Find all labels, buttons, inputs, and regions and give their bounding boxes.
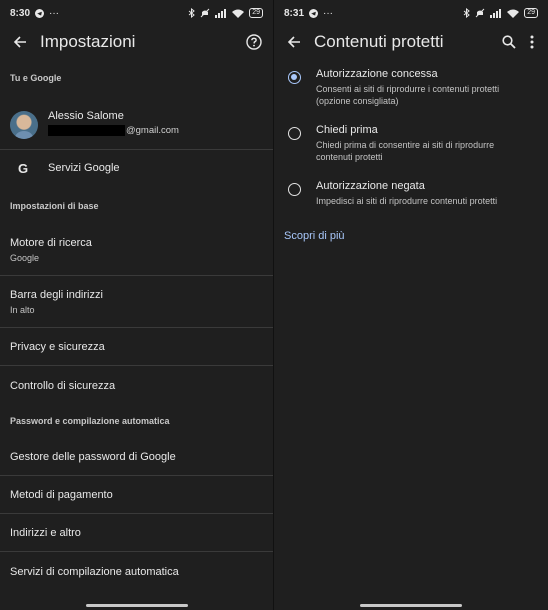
search-engine-label: Motore di ricerca bbox=[10, 236, 92, 249]
option-title: Autorizzazione concessa bbox=[316, 68, 438, 80]
page-title: Impostazioni bbox=[40, 32, 136, 51]
back-arrow-icon[interactable] bbox=[10, 32, 30, 52]
option-description: Consenti ai siti di riprodurre i contenu… bbox=[316, 84, 500, 106]
mute-icon bbox=[475, 8, 485, 18]
status-time: 8:31 bbox=[284, 7, 305, 19]
option-title: Chiedi prima bbox=[316, 124, 378, 136]
search-engine-value: Google bbox=[10, 252, 40, 263]
status-bar: 8:30 ··· 29 bbox=[0, 0, 273, 26]
learn-more-link[interactable]: Scopri di più bbox=[284, 230, 345, 242]
radio-allowed[interactable] bbox=[288, 71, 301, 84]
google-services-label: Servizi Google bbox=[48, 162, 120, 174]
page-title: Contenuti protetti bbox=[314, 32, 444, 51]
option-denied[interactable]: Autorizzazione negata Impedisci ai siti … bbox=[274, 180, 548, 207]
settings-screen: 8:30 ··· 29 Impostazioni Tu e Google Ale… bbox=[0, 0, 274, 610]
address-bar-label: Barra degli indirizzi bbox=[10, 289, 103, 301]
privacy-label: Privacy e sicurezza bbox=[10, 341, 105, 353]
app-bar: Impostazioni bbox=[0, 26, 273, 58]
section-header-passwords: Password e compilazione automatica bbox=[10, 416, 170, 426]
status-time: 8:30 bbox=[10, 7, 31, 19]
app-bar: Contenuti protetti bbox=[274, 26, 548, 58]
payment-methods-label: Metodi di pagamento bbox=[10, 489, 113, 501]
telegram-icon bbox=[309, 8, 319, 18]
option-ask-first[interactable]: Chiedi prima Chiedi prima di consentire … bbox=[274, 124, 548, 163]
address-bar-value: In alto bbox=[10, 305, 35, 315]
radio-ask-first[interactable] bbox=[288, 127, 301, 140]
account-name: Alessio Salome bbox=[48, 109, 124, 122]
bluetooth-icon bbox=[188, 8, 196, 18]
more-notifications-icon: ··· bbox=[49, 7, 60, 19]
gesture-handle[interactable] bbox=[360, 604, 462, 607]
search-engine-item[interactable]: Motore di ricerca Google bbox=[0, 224, 273, 276]
password-manager-item[interactable]: Gestore delle password di Google bbox=[0, 438, 273, 476]
safety-check-label: Controllo di sicurezza bbox=[10, 379, 116, 392]
option-title: Autorizzazione negata bbox=[316, 180, 425, 192]
option-description: Impedisci ai siti di riprodurre contenut… bbox=[316, 196, 498, 206]
wifi-icon bbox=[507, 9, 520, 18]
section-header-basic-settings: Impostazioni di base bbox=[10, 201, 99, 211]
radio-denied[interactable] bbox=[288, 183, 301, 196]
avatar bbox=[10, 110, 38, 139]
password-manager-label: Gestore delle password di Google bbox=[10, 450, 176, 463]
search-icon[interactable] bbox=[498, 31, 520, 53]
battery-icon: 29 bbox=[249, 8, 263, 18]
safety-check-item[interactable]: Controllo di sicurezza bbox=[0, 367, 273, 404]
more-options-icon[interactable] bbox=[524, 31, 540, 53]
signal-icon bbox=[490, 8, 502, 18]
payment-methods-item[interactable]: Metodi di pagamento bbox=[0, 477, 273, 514]
account-row[interactable]: Alessio Salome @gmail.com bbox=[0, 100, 273, 150]
telegram-icon bbox=[35, 8, 45, 18]
section-header-you-and-google: Tu e Google bbox=[10, 73, 62, 83]
signal-icon bbox=[215, 8, 227, 18]
mute-icon bbox=[200, 8, 210, 18]
help-icon[interactable] bbox=[243, 31, 265, 53]
bluetooth-icon bbox=[463, 8, 471, 18]
address-bar-item[interactable]: Barra degli indirizzi In alto bbox=[0, 277, 273, 328]
redaction-bar bbox=[48, 124, 125, 136]
battery-icon: 29 bbox=[524, 8, 538, 18]
protected-content-screen: 8:31 ··· 29 Contenuti protetti Autorizza… bbox=[274, 0, 548, 610]
account-email-suffix: @gmail.com bbox=[126, 124, 179, 136]
autofill-services-item[interactable]: Servizi di compilazione automatica bbox=[0, 553, 273, 590]
addresses-item[interactable]: Indirizzi e altro bbox=[0, 515, 273, 552]
autofill-services-label: Servizi di compilazione automatica bbox=[10, 565, 179, 578]
more-notifications-icon: ··· bbox=[323, 7, 334, 19]
gesture-handle[interactable] bbox=[85, 604, 188, 607]
option-description: Chiedi prima di consentire ai siti di ri… bbox=[316, 140, 495, 162]
back-arrow-icon[interactable] bbox=[284, 32, 304, 52]
google-services-item[interactable]: G Servizi Google bbox=[0, 155, 273, 181]
privacy-item[interactable]: Privacy e sicurezza bbox=[0, 329, 273, 366]
google-icon: G bbox=[17, 160, 29, 176]
account-email: @gmail.com bbox=[48, 124, 179, 136]
status-bar: 8:31 ··· 29 bbox=[274, 0, 548, 26]
addresses-label: Indirizzi e altro bbox=[10, 527, 81, 539]
option-allowed[interactable]: Autorizzazione concessa Consenti ai siti… bbox=[274, 68, 548, 107]
wifi-icon bbox=[232, 9, 245, 18]
